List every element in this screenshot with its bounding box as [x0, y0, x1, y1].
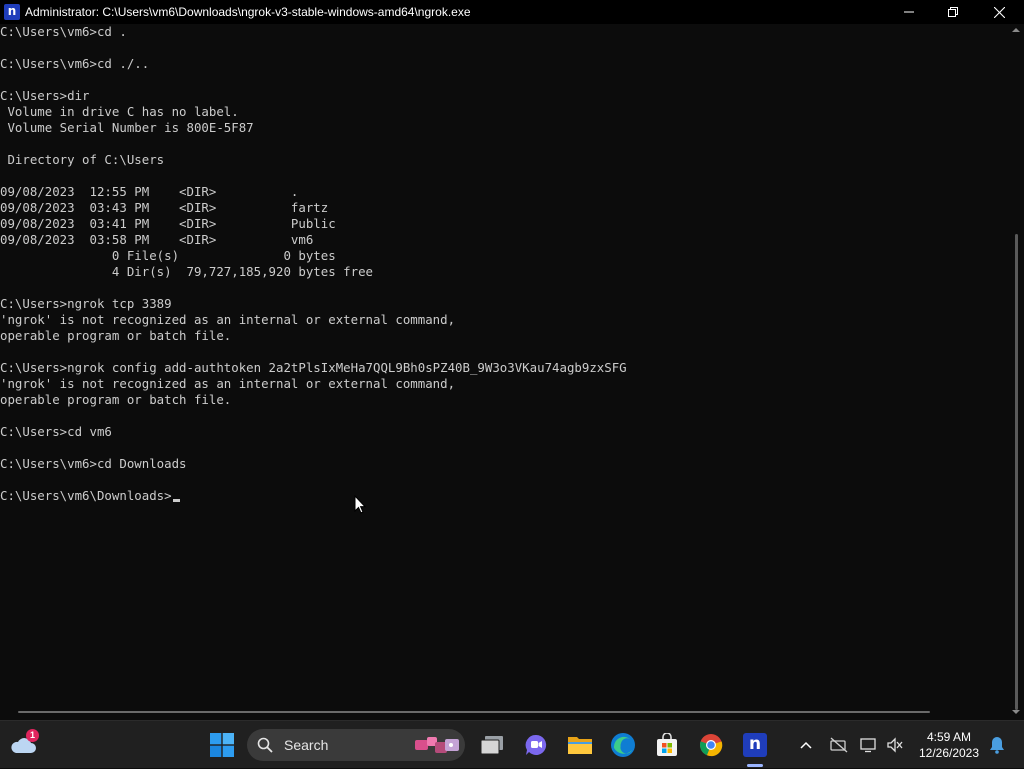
task-view-icon — [480, 736, 503, 755]
file-explorer-icon — [568, 737, 592, 754]
ngrok-app-icon: n — [4, 4, 20, 20]
text-cursor — [172, 499, 180, 502]
active-app-indicator — [747, 764, 763, 767]
title-bar[interactable]: n Administrator: C:\Users\vm6\Downloads\… — [0, 0, 1024, 24]
console-line: 0 File(s) 0 bytes — [0, 248, 336, 263]
ngrok-icon: n — [743, 733, 767, 757]
horizontal-scrollbar[interactable] — [0, 704, 1008, 720]
console-line: C:\Users\vm6>cd ./.. — [0, 56, 150, 71]
console-line: 'ngrok' is not recognized as an internal… — [0, 376, 456, 391]
clock-time: 4:59 AM — [926, 730, 972, 744]
store-button[interactable] — [651, 721, 683, 769]
weather-widget[interactable]: 1 — [6, 721, 40, 769]
close-icon — [993, 6, 1005, 18]
notification-bell-icon — [990, 737, 1004, 754]
chat-button[interactable] — [520, 721, 552, 769]
taskbar-search-box[interactable]: Search — [247, 729, 465, 761]
close-button[interactable] — [976, 0, 1022, 24]
volume-muted-icon — [887, 737, 903, 753]
console-line: C:\Users>ngrok config add-authtoken 2a2t… — [0, 360, 627, 375]
start-button[interactable] — [204, 721, 240, 769]
store-icon — [657, 733, 677, 756]
edge-button[interactable] — [607, 721, 639, 769]
console-line: C:\Users\vm6>cd Downloads — [0, 456, 187, 471]
console-line: Volume Serial Number is 800E-5F87 — [0, 120, 254, 135]
mouse-pointer-icon — [354, 495, 366, 514]
task-view-button[interactable] — [476, 721, 508, 769]
show-hidden-icons-button[interactable] — [796, 721, 816, 769]
restore-button[interactable] — [930, 0, 976, 24]
chevron-up-icon — [800, 741, 812, 749]
chat-icon — [525, 734, 547, 755]
horizontal-scroll-thumb[interactable] — [18, 711, 930, 713]
chrome-icon — [699, 734, 723, 757]
search-label: Search — [284, 737, 329, 753]
minimize-button[interactable] — [886, 0, 932, 24]
console-line: 09/08/2023 12:55 PM <DIR> . — [0, 184, 299, 199]
console-line: 'ngrok' is not recognized as an internal… — [0, 312, 456, 327]
scroll-up-arrow-icon[interactable] — [1012, 28, 1020, 32]
chrome-button[interactable] — [695, 721, 727, 769]
search-highlight-art-icon — [415, 737, 459, 753]
console-prompt: C:\Users\vm6\Downloads> — [0, 488, 172, 503]
ngrok-taskbar-button[interactable]: n — [739, 721, 771, 769]
display-button[interactable] — [858, 721, 880, 769]
vertical-scroll-thumb[interactable] — [1015, 234, 1018, 710]
console-output-area[interactable]: C:\Users\vm6>cd . C:\Users\vm6>cd ./.. C:\… — [0, 24, 1008, 704]
console-text: C:\Users\vm6>cd . C:\Users\vm6>cd ./.. C:\… — [0, 24, 627, 504]
console-line: 09/08/2023 03:41 PM <DIR> Public — [0, 216, 336, 231]
console-line: Volume in drive C has no label. — [0, 104, 239, 119]
restore-icon — [948, 7, 958, 17]
clock-date: 12/26/2023 — [918, 746, 980, 760]
console-line: 09/08/2023 03:43 PM <DIR> fartz — [0, 200, 329, 215]
search-icon — [257, 737, 273, 753]
system-clock[interactable]: 4:59 AM 12/26/2023 — [912, 729, 986, 761]
console-prompt-line[interactable]: C:\Users\vm6\Downloads> — [0, 488, 627, 504]
console-line: C:\Users>cd vm6 — [0, 424, 112, 439]
console-line: Directory of C:\Users — [0, 152, 165, 167]
console-line: C:\Users>dir — [0, 88, 90, 103]
scroll-down-arrow-icon[interactable] — [1012, 710, 1020, 714]
notification-button[interactable] — [986, 721, 1008, 769]
console-line: 4 Dir(s) 79,727,185,920 bytes free — [0, 264, 373, 279]
console-line: C:\Users>ngrok tcp 3389 — [0, 296, 172, 311]
weather-notification-badge: 1 — [26, 729, 39, 742]
display-icon — [860, 738, 876, 753]
taskbar: 1 Search n 4:59 AM 12/26/2023 — [0, 720, 1024, 768]
file-explorer-button[interactable] — [564, 721, 596, 769]
window-title: Administrator: C:\Users\vm6\Downloads\ng… — [25, 5, 471, 19]
vertical-scrollbar[interactable] — [1008, 24, 1024, 720]
network-off-icon — [830, 737, 848, 753]
console-line: C:\Users\vm6>cd . — [0, 24, 127, 39]
network-button[interactable] — [828, 721, 850, 769]
console-line: 09/08/2023 03:58 PM <DIR> vm6 — [0, 232, 314, 247]
edge-icon — [611, 733, 635, 757]
minimize-icon — [904, 11, 914, 13]
volume-button[interactable] — [884, 721, 906, 769]
console-line: operable program or batch file. — [0, 328, 232, 343]
console-line: operable program or batch file. — [0, 392, 232, 407]
start-icon — [210, 733, 234, 757]
